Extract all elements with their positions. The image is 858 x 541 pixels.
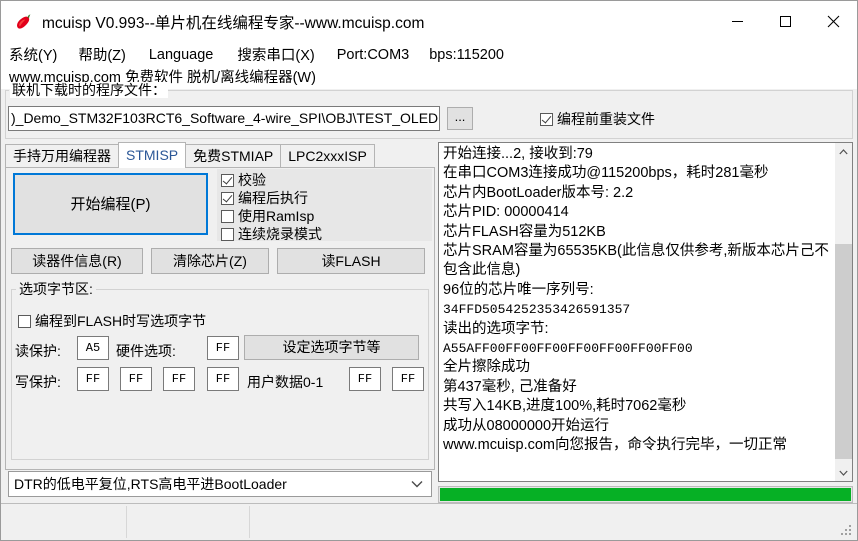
option-group-border-left	[11, 289, 16, 290]
menu-item-language[interactable]: Language	[149, 47, 214, 63]
bootloader-mode-combobox[interactable]: DTR的低电平复位,RTS高电平进BootLoader	[8, 471, 432, 497]
write-option-bytes-checkbox[interactable]: 编程到FLASH时写选项字节	[18, 311, 206, 331]
menu-item-port[interactable]: Port:COM3	[337, 47, 410, 63]
tab-handheld-programmer[interactable]: 手持万用编程器	[5, 144, 119, 168]
programming-progress-bar	[438, 486, 853, 503]
write-protect-field-1[interactable]: FF	[120, 367, 152, 391]
log-line: 芯片内BootLoader版本号: 2.2	[443, 184, 634, 201]
user-data-label: 用户数据0-1	[247, 374, 324, 390]
reload-before-program-label: 编程前重装文件	[557, 111, 655, 127]
checkbox-box-icon	[221, 191, 234, 205]
scroll-up-icon[interactable]	[835, 143, 852, 160]
title-bar: mcuisp V0.993--单片机在线编程专家--www.mcuisp.com	[1, 1, 857, 42]
read-protect-field[interactable]: A5	[77, 336, 109, 360]
checkbox-box-icon	[540, 112, 553, 126]
set-option-bytes-button[interactable]: 设定选项字节等	[244, 335, 419, 360]
log-line: 第437毫秒, 己准备好	[443, 378, 577, 395]
log-line: 全片擦除成功	[443, 359, 530, 376]
option-use-ramisp-label: 使用RamIsp	[238, 208, 315, 224]
hardware-option-field[interactable]: FF	[207, 336, 239, 360]
read-flash-button[interactable]: 读FLASH	[277, 248, 425, 274]
window-controls	[713, 1, 857, 42]
program-options-group: 校验 编程后执行 使用RamIsp 连续烧录模式	[217, 169, 432, 243]
option-run-after-program-checkbox[interactable]: 编程后执行	[221, 189, 308, 207]
write-protect-field-2[interactable]: FF	[163, 367, 195, 391]
maximize-button[interactable]	[761, 1, 809, 42]
option-verify-checkbox[interactable]: 校验	[221, 171, 266, 189]
log-line: 芯片FLASH容量为512KB	[443, 223, 606, 240]
device-action-button-row: 读器件信息(R) 清除芯片(Z) 读FLASH	[11, 248, 427, 274]
menu-item-system[interactable]: 系统(Y)	[9, 44, 57, 65]
tab-stmisp[interactable]: STMISP	[118, 142, 187, 168]
chevron-down-icon[interactable]	[403, 472, 431, 496]
status-segment-3	[249, 506, 809, 538]
option-group-border-right	[96, 289, 429, 290]
resize-grip-icon[interactable]	[841, 525, 853, 537]
option-verify-label: 校验	[238, 172, 266, 188]
hardware-option-label: 硬件选项:	[116, 343, 176, 359]
read-device-info-button[interactable]: 读器件信息(R)	[11, 248, 143, 274]
checkbox-box-icon	[221, 209, 234, 223]
application-window: mcuisp V0.993--单片机在线编程专家--www.mcuisp.com…	[0, 0, 858, 541]
status-bar	[1, 503, 857, 540]
log-output-text: 开始连接...2, 接收到:79 在串口COM3连接成功@115200bps，耗时…	[439, 143, 834, 481]
checkbox-box-icon	[221, 227, 234, 241]
log-line: 芯片SRAM容量为65535KB(此信息仅供参考,新版本芯片己不包含此信息)	[443, 243, 829, 279]
group-border-right	[161, 90, 853, 91]
write-protect-label: 写保护:	[15, 374, 61, 390]
option-continuous-mode-checkbox[interactable]: 连续烧录模式	[221, 225, 322, 243]
window-title: mcuisp V0.993--单片机在线编程专家--www.mcuisp.com	[42, 14, 425, 32]
write-option-bytes-label: 编程到FLASH时写选项字节	[35, 313, 207, 329]
minimize-button[interactable]	[713, 1, 761, 42]
bootloader-mode-value: DTR的低电平复位,RTS高电平进BootLoader	[14, 476, 287, 492]
menu-item-search-port[interactable]: 搜索串口(X)	[237, 44, 314, 65]
chili-pepper-icon	[12, 11, 34, 33]
reload-before-program-checkbox[interactable]: 编程前重装文件	[540, 109, 655, 129]
user-data-field-0[interactable]: FF	[349, 367, 381, 391]
browse-file-button[interactable]: ...	[447, 107, 473, 130]
option-continuous-mode-label: 连续烧录模式	[238, 226, 322, 242]
log-line: 开始连接...2, 接收到:79	[443, 146, 593, 162]
tab-stmiap[interactable]: 免费STMIAP	[185, 144, 282, 168]
log-output-panel[interactable]: 开始连接...2, 接收到:79 在串口COM3连接成功@115200bps，耗时…	[438, 142, 853, 482]
progress-fill	[440, 488, 851, 501]
status-segment-2	[126, 506, 250, 538]
write-protect-field-0[interactable]: FF	[77, 367, 109, 391]
menu-row-primary: 系统(Y) 帮助(Z) Language 搜索串口(X) Port:COM3 b…	[1, 42, 504, 67]
close-button[interactable]	[809, 1, 857, 42]
scroll-down-icon[interactable]	[835, 464, 852, 481]
log-line: 芯片PID: 00000414	[443, 204, 569, 221]
log-line: 在串口COM3连接成功@115200bps，耗时281毫秒	[443, 165, 769, 182]
menu-item-bps[interactable]: bps:115200	[429, 47, 504, 63]
checkbox-box-icon	[221, 173, 234, 187]
log-line: www.mcuisp.com向您报告，命令执行完毕，一切正常	[443, 437, 787, 454]
menu-item-help[interactable]: 帮助(Z)	[78, 44, 126, 65]
tab-strip: 手持万用编程器 STMISP 免费STMIAP LPC2xxxISP	[5, 142, 435, 168]
option-use-ramisp-checkbox[interactable]: 使用RamIsp	[221, 207, 314, 225]
option-bytes-legend: 选项字节区:	[17, 281, 95, 297]
user-data-field-1[interactable]: FF	[392, 367, 424, 391]
write-protect-field-3[interactable]: FF	[207, 367, 239, 391]
erase-chip-button[interactable]: 清除芯片(Z)	[151, 248, 269, 274]
checkbox-box-icon	[18, 314, 31, 328]
program-file-path-input[interactable]: )_Demo_STM32F103RCT6_Software_4-wire_SPI…	[8, 106, 440, 131]
start-program-button[interactable]: 开始编程(P)	[13, 173, 208, 235]
log-line: 共写入14KB,进度100%,耗时7062毫秒	[443, 398, 687, 415]
program-file-legend: 联机下载时的程序文件：	[10, 82, 168, 98]
log-line: 成功从08000000开始运行	[443, 417, 610, 434]
scrollbar-thumb[interactable]	[835, 244, 852, 459]
read-protect-label: 读保护:	[15, 343, 61, 359]
log-line: 读出的选项字节:	[443, 320, 549, 337]
tab-lpc2xxxisp[interactable]: LPC2xxxISP	[280, 144, 375, 168]
option-run-after-program-label: 编程后执行	[238, 190, 308, 206]
log-line: 96位的芯片唯一序列号:	[443, 281, 594, 298]
log-line: A55AFF00FF00FF00FF00FF00FF00FF00	[443, 341, 693, 357]
group-border-left	[5, 90, 9, 91]
log-line: 34FFD5054252353426591357	[443, 302, 631, 318]
status-segment-1	[1, 506, 127, 538]
log-scrollbar[interactable]	[834, 143, 852, 481]
